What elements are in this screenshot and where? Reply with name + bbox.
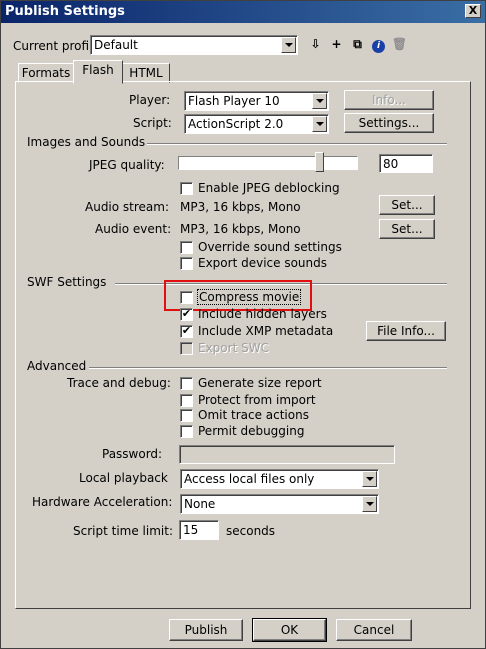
- compress-movie-label[interactable]: Compress movie: [196, 289, 302, 305]
- export-swc-checkbox[interactable]: [180, 342, 193, 355]
- permit-debugging-checkbox[interactable]: [180, 425, 193, 438]
- script-time-limit-value: 15: [183, 523, 199, 537]
- omit-trace-checkbox[interactable]: [180, 409, 193, 422]
- compress-movie-checkbox[interactable]: [180, 291, 193, 304]
- include-xmp-checkbox[interactable]: ✔: [180, 325, 193, 338]
- export-device-sounds-checkbox[interactable]: [180, 257, 193, 270]
- include-hidden-layers-label[interactable]: Include hidden layers: [198, 307, 327, 321]
- profile-info-icon[interactable]: i: [369, 35, 388, 54]
- cancel-button[interactable]: Cancel: [336, 619, 412, 641]
- tab-flash[interactable]: Flash: [73, 60, 123, 84]
- chevron-down-icon[interactable]: [362, 496, 377, 512]
- audio-event-set-button[interactable]: Set...: [379, 219, 435, 239]
- player-label: Player:: [129, 93, 171, 107]
- script-settings-button[interactable]: Settings...: [344, 113, 434, 133]
- include-xmp-label[interactable]: Include XMP metadata: [198, 324, 333, 338]
- hardware-acceleration-value: None: [184, 497, 216, 511]
- export-device-sounds-label[interactable]: Export device sounds: [198, 256, 327, 270]
- chevron-down-icon[interactable]: [281, 37, 296, 53]
- delete-profile-icon[interactable]: 🗑: [390, 35, 409, 54]
- protect-import-checkbox[interactable]: [180, 394, 193, 407]
- player-dropdown[interactable]: Flash Player 10: [184, 91, 329, 111]
- local-playback-value: Access local files only: [184, 472, 315, 486]
- jpeg-quality-input[interactable]: 80: [379, 154, 433, 173]
- ok-button[interactable]: OK: [252, 618, 327, 642]
- images-sounds-heading: Images and Sounds: [27, 135, 146, 149]
- override-sound-checkbox[interactable]: [180, 241, 193, 254]
- player-value: Flash Player 10: [188, 94, 280, 108]
- jpeg-quality-label: JPEG quality:: [89, 158, 165, 172]
- import-export-icon[interactable]: ⇩: [306, 35, 325, 54]
- title-bar: Publish Settings X: [1, 1, 485, 23]
- chevron-down-icon[interactable]: [312, 93, 327, 109]
- chevron-down-icon[interactable]: [312, 116, 327, 132]
- current-profile-dropdown[interactable]: Default: [90, 35, 298, 55]
- script-value: ActionScript 2.0: [188, 117, 284, 131]
- hardware-acceleration-label: Hardware Acceleration:: [32, 495, 173, 509]
- script-time-limit-label: Script time limit:: [73, 524, 173, 538]
- add-profile-icon[interactable]: +: [327, 35, 346, 54]
- jpeg-deblocking-label[interactable]: Enable JPEG deblocking: [198, 181, 340, 195]
- checkmark-icon: ✔: [181, 307, 192, 320]
- hardware-acceleration-dropdown[interactable]: None: [180, 494, 379, 514]
- chevron-down-icon[interactable]: [362, 471, 377, 487]
- current-profile-value: Default: [94, 38, 138, 52]
- jpeg-quality-slider[interactable]: [178, 156, 358, 170]
- password-label: Password:: [102, 447, 163, 461]
- tab-html[interactable]: HTML: [122, 63, 170, 83]
- script-time-limit-input[interactable]: 15: [179, 520, 219, 540]
- omit-trace-label[interactable]: Omit trace actions: [198, 408, 309, 422]
- protect-import-label[interactable]: Protect from import: [198, 393, 316, 407]
- duplicate-profile-icon[interactable]: ⧉: [348, 35, 367, 54]
- publish-button[interactable]: Publish: [169, 619, 243, 641]
- script-label: Script:: [133, 116, 172, 130]
- local-playback-label: Local playback: [79, 471, 168, 485]
- window-title: Publish Settings: [5, 4, 125, 19]
- audio-event-label: Audio event:: [95, 222, 172, 236]
- password-field[interactable]: [179, 445, 395, 464]
- divider: [147, 143, 447, 145]
- advanced-heading: Advanced: [27, 359, 87, 373]
- jpeg-quality-slider-thumb[interactable]: [315, 152, 324, 172]
- script-dropdown[interactable]: ActionScript 2.0: [184, 114, 329, 134]
- override-sound-label[interactable]: Override sound settings: [198, 240, 342, 254]
- trace-debug-label: Trace and debug:: [67, 376, 171, 390]
- file-info-button[interactable]: File Info...: [366, 321, 446, 341]
- local-playback-dropdown[interactable]: Access local files only: [180, 469, 379, 489]
- divider: [89, 367, 447, 369]
- audio-stream-set-button[interactable]: Set...: [379, 195, 435, 215]
- export-swc-label[interactable]: Export SWC: [198, 341, 269, 355]
- close-button[interactable]: X: [465, 4, 481, 18]
- publish-settings-dialog: Publish Settings X Current profile: Defa…: [0, 0, 486, 649]
- audio-stream-value: MP3, 16 kbps, Mono: [180, 200, 301, 214]
- player-info-button[interactable]: Info...: [344, 90, 434, 110]
- checkmark-icon: ✔: [181, 324, 192, 337]
- include-hidden-layers-checkbox[interactable]: ✔: [180, 308, 193, 321]
- size-report-label[interactable]: Generate size report: [198, 376, 322, 390]
- swf-settings-heading: SWF Settings: [27, 275, 107, 289]
- jpeg-deblocking-checkbox[interactable]: [180, 182, 193, 195]
- tab-formats[interactable]: Formats: [18, 63, 74, 83]
- permit-debugging-label[interactable]: Permit debugging: [198, 424, 304, 438]
- seconds-label: seconds: [226, 524, 276, 538]
- audio-stream-label: Audio stream:: [85, 200, 170, 214]
- size-report-checkbox[interactable]: [180, 377, 193, 390]
- audio-event-value: MP3, 16 kbps, Mono: [180, 222, 301, 236]
- jpeg-quality-value: 80: [383, 157, 399, 171]
